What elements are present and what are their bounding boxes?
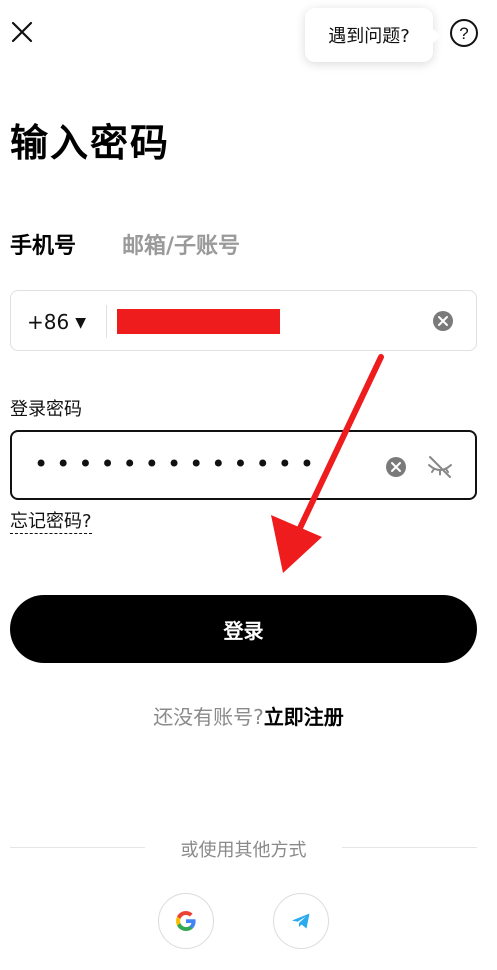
help-tooltip-text: 遇到问题?: [328, 26, 410, 47]
login-button-label: 登录: [223, 618, 264, 643]
tab-phone[interactable]: 手机号: [10, 228, 76, 260]
password-label: 登录密码: [10, 399, 82, 420]
register-row: 还没有账号?立即注册: [0, 701, 497, 730]
password-field[interactable]: •••••••••••••: [10, 430, 477, 500]
redacted-phone-number: [117, 309, 280, 334]
country-code-select[interactable]: +86 ▼: [27, 310, 86, 334]
register-link[interactable]: 立即注册: [264, 705, 344, 729]
password-masked-value: •••••••••••••: [34, 450, 323, 478]
google-login-button[interactable]: [158, 893, 214, 949]
phone-field[interactable]: +86 ▼: [10, 290, 477, 351]
clear-icon: [433, 311, 453, 331]
caret-down-icon: ▼: [75, 315, 86, 331]
country-code-value: +86: [27, 310, 70, 334]
password-clear-button[interactable]: [385, 456, 407, 478]
help-button[interactable]: ?: [449, 18, 479, 48]
tab-email-subaccount[interactable]: 邮箱/子账号: [122, 228, 240, 260]
clear-icon: [386, 457, 406, 477]
divider-right: [342, 847, 477, 848]
field-divider: [106, 305, 107, 338]
telegram-login-button[interactable]: [273, 893, 329, 949]
other-login-label: 或使用其他方式: [180, 840, 307, 861]
register-prompt: 还没有账号?: [153, 705, 264, 729]
help-tooltip: 遇到问题?: [305, 8, 441, 62]
page-title: 输入密码: [10, 121, 171, 165]
login-button[interactable]: 登录: [10, 595, 477, 663]
help-icon: ?: [450, 19, 478, 47]
google-icon: [176, 911, 196, 931]
telegram-icon: [292, 913, 310, 929]
phone-clear-button[interactable]: [432, 310, 454, 332]
close-button[interactable]: [10, 20, 34, 44]
svg-text:?: ?: [459, 24, 468, 43]
close-icon: [11, 21, 33, 43]
forgot-password-link[interactable]: 忘记密码?: [10, 507, 92, 534]
eye-off-icon: [428, 456, 452, 478]
toggle-password-visibility[interactable]: [426, 453, 454, 481]
